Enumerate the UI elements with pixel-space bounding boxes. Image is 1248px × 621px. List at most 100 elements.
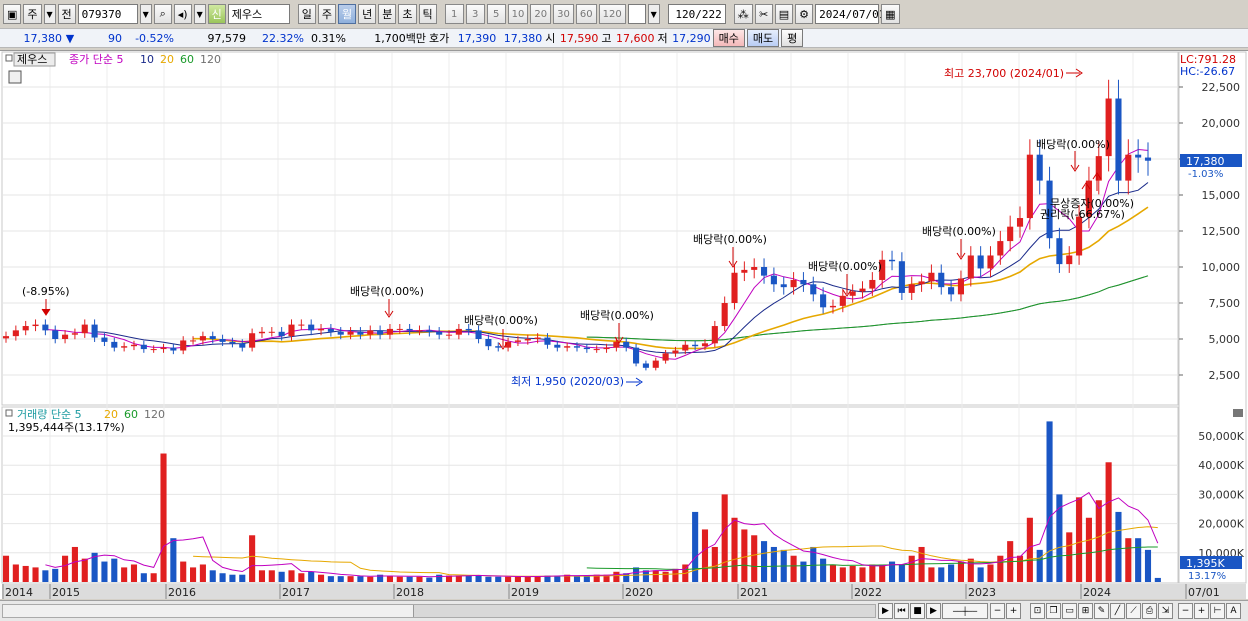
candle-body <box>327 328 334 332</box>
minus-icon[interactable]: − <box>990 603 1005 619</box>
stock-code-input[interactable]: 079370 <box>77 4 138 24</box>
zoom-icon[interactable]: ⊡ <box>1030 603 1045 619</box>
volume-bar <box>258 570 266 582</box>
fit-icon[interactable]: ⊢ <box>1210 603 1225 619</box>
mode-select[interactable]: 주 <box>23 4 42 24</box>
candle-body <box>564 346 571 348</box>
stock-name-field[interactable]: 제우스 <box>227 4 290 24</box>
period-button-minute[interactable]: 분 <box>378 4 397 24</box>
period-button-day[interactable]: 일 <box>297 4 316 24</box>
speaker-icon[interactable]: ◂) <box>173 4 192 24</box>
code-dropdown-icon[interactable]: ▼ <box>139 4 152 24</box>
open-label: 시 <box>545 32 556 45</box>
save-icon[interactable]: ▤ <box>774 4 794 24</box>
chart-area[interactable]: 2,5005,0007,50010,00012,50015,00017,5002… <box>0 50 1248 599</box>
period-button-tick[interactable]: 틱 <box>418 4 437 24</box>
interval-button-1[interactable]: 1 <box>444 4 464 24</box>
name-tag: 제우스 <box>17 53 47 66</box>
volume-bar <box>347 576 354 582</box>
interval-button-60[interactable]: 60 <box>575 4 597 24</box>
zoom-out-icon[interactable]: − <box>1178 603 1193 619</box>
interval-button-20[interactable]: 20 <box>530 4 552 24</box>
volume-bar <box>357 576 364 582</box>
play-icon[interactable]: ▶ <box>926 603 941 619</box>
volume-panel-close-icon[interactable] <box>1233 409 1243 417</box>
interval-custom-input[interactable] <box>627 4 646 24</box>
date-input[interactable]: 2024/07/01 <box>815 4 885 24</box>
candle-body <box>377 330 384 335</box>
interval-button-120[interactable]: 120 <box>598 4 626 24</box>
volume-tick-label: 20,000K <box>1198 518 1244 531</box>
volume-value: 97,579 <box>207 31 247 45</box>
speed-slider[interactable]: ──┼── <box>942 603 988 619</box>
line-tool-icon[interactable]: ╱ <box>1110 603 1125 619</box>
bottom-navigation: ▶ ⏮ ■ ▶ ──┼── − + ⊡ ❐ ▭ ⊞ ✎ ╱ ⟋ ⎙ ⇲ − + … <box>0 600 1248 621</box>
trade-amount: 1,700백만 <box>374 32 426 45</box>
volume-bar <box>701 529 709 582</box>
candle-body <box>1056 238 1063 265</box>
plus-icon[interactable]: + <box>1006 603 1021 619</box>
period-button-month[interactable]: 월 <box>338 4 357 24</box>
dividend-annotation-4: 배당락(0.00%) <box>693 233 767 246</box>
period-button-week[interactable]: 주 <box>317 4 337 24</box>
volume-bar <box>337 576 344 582</box>
horizontal-scrollbar[interactable] <box>2 604 876 618</box>
interval-button-5[interactable]: 5 <box>486 4 506 24</box>
volume-bar <box>938 567 945 582</box>
candle-body <box>977 255 984 269</box>
export-icon[interactable]: ⇲ <box>1158 603 1173 619</box>
scroll-right-icon[interactable]: ▶ <box>878 603 893 619</box>
stop-icon[interactable]: ■ <box>910 603 925 619</box>
candle-body <box>52 330 59 339</box>
trend-tool-icon[interactable]: ⟋ <box>1126 603 1141 619</box>
calendar-icon[interactable]: ▦ <box>881 4 900 24</box>
volume-bar <box>859 567 866 582</box>
grid-icon[interactable]: ⊞ <box>1078 603 1093 619</box>
search-icon[interactable]: ⌕ <box>153 4 172 24</box>
candle-body <box>416 330 423 332</box>
volume-bar <box>42 570 49 582</box>
price-panel <box>1 51 1179 406</box>
interval-button-10[interactable]: 10 <box>507 4 529 24</box>
indicator-icon[interactable]: ⁂ <box>733 4 753 24</box>
chart-svg[interactable]: 2,5005,0007,50010,00012,50015,00017,5002… <box>0 51 1248 600</box>
sell-button[interactable]: 매도 <box>746 29 780 47</box>
speaker-dropdown-icon[interactable]: ▼ <box>193 4 206 24</box>
zoom-in-icon[interactable]: + <box>1194 603 1209 619</box>
volume-bar <box>997 555 1004 582</box>
mode-dropdown-icon[interactable]: ▼ <box>43 4 56 24</box>
legend-ma120: 120 <box>200 53 221 66</box>
rewind-icon[interactable]: ⏮ <box>894 603 909 619</box>
new-stock-badge: 신 <box>207 4 226 24</box>
prev-button[interactable]: 전 <box>57 4 76 24</box>
scissors-icon[interactable]: ✂ <box>754 4 773 24</box>
table-toggle-icon[interactable] <box>8 70 22 84</box>
interval-button-30[interactable]: 30 <box>553 4 574 24</box>
print-icon[interactable]: ⎙ <box>1142 603 1157 619</box>
interval-dropdown-icon[interactable]: ▼ <box>647 4 660 24</box>
period-button-second[interactable]: 초 <box>398 4 417 24</box>
candle-body <box>957 278 965 295</box>
text-size-icon[interactable]: A <box>1226 603 1241 619</box>
low-label: 저 <box>657 32 668 45</box>
layout-icon[interactable]: ▭ <box>1062 603 1077 619</box>
settings-icon[interactable]: ⚙ <box>795 4 814 24</box>
volume-bar <box>249 535 256 582</box>
candle-body <box>741 269 748 273</box>
volume-bar <box>741 529 748 582</box>
copy-icon[interactable]: ❐ <box>1046 603 1061 619</box>
scroll-thumb[interactable] <box>413 605 875 617</box>
volume-bar <box>268 570 275 582</box>
buy-button[interactable]: 매수 <box>712 29 745 47</box>
draw-icon[interactable]: ✎ <box>1094 603 1109 619</box>
candle-body <box>426 330 433 332</box>
volume-bar <box>111 558 118 582</box>
candle-body <box>770 275 777 285</box>
avg-button[interactable]: 평 <box>781 29 804 47</box>
count-display[interactable]: 120/222 <box>667 4 726 24</box>
period-button-year[interactable]: 년 <box>358 4 377 24</box>
interval-button-3[interactable]: 3 <box>465 4 485 24</box>
candle-body <box>682 344 689 351</box>
candle-body <box>1036 154 1043 181</box>
menu-icon[interactable]: ▣ <box>3 4 22 24</box>
